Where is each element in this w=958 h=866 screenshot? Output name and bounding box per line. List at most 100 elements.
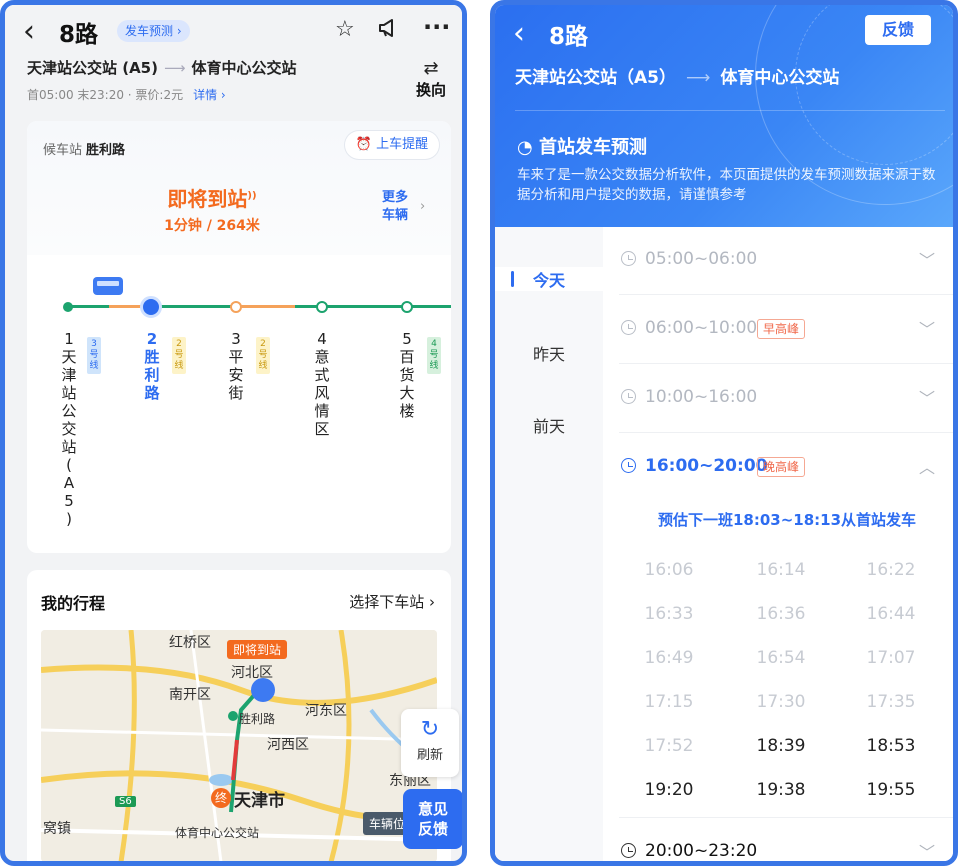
map-label: 南开区 [169, 687, 211, 703]
map-label: 体育中心公交站 [175, 826, 260, 840]
refresh-label: 刷新 [416, 748, 443, 763]
congestion-segment [237, 305, 295, 308]
transfer-badge: 2号线 [256, 337, 270, 374]
map-label: 红桥区 [169, 635, 211, 651]
day-tab-day-before[interactable]: 前天 [495, 413, 603, 437]
route-arrow-icon: ⟶ [686, 68, 711, 88]
period-row[interactable]: 05:00~06:00 ﹀ [619, 227, 953, 295]
day-tab-yesterday[interactable]: 昨天 [495, 341, 603, 365]
boarding-reminder-button[interactable]: ⏰ 上车提醒 [345, 131, 439, 159]
clock-icon [621, 843, 636, 858]
current-stop-dot[interactable] [140, 296, 162, 318]
more-vehicles-line2: 车辆 [382, 208, 409, 223]
route-arrow-icon: ⟶ [163, 59, 186, 77]
megaphone-icon[interactable] [377, 17, 399, 45]
day-label: 今天 [532, 271, 565, 290]
day-sidebar: 今天 昨天 前天 [495, 227, 603, 861]
prediction-body: 今天 昨天 前天 05:00~06:00 ﹀ 06:00~10:00 早高峰 ﹀… [495, 227, 953, 861]
stop-name: 天津站公交站(A 5) [61, 348, 77, 528]
select-alight-stop-link[interactable]: 选择下车站 › [349, 591, 435, 612]
stop-1[interactable]: 1 天津站公交站(A 5) [59, 330, 79, 528]
route-info: 首05:00 末23:20 · 票价:2元 详情 › [27, 86, 226, 103]
refresh-icon: ↻ [420, 717, 440, 742]
departure-time: 16:44 [866, 604, 916, 624]
departure-time: 18:39 [756, 736, 806, 756]
stop-dot[interactable] [63, 302, 73, 312]
arriving-badge: 即将到站 [227, 640, 288, 659]
left-screen: ‹ 8路 发车预测 › ☆ ··· 天津站公交站 (A5) ⟶ 体育中心公交站 首0… [0, 0, 467, 866]
map-label: 胜利路 [239, 712, 276, 726]
end-marker: 终 [211, 788, 231, 808]
clock-icon [621, 320, 636, 335]
transfer-badge: 4号线 [427, 337, 441, 374]
my-trip-title: 我的行程 [41, 594, 106, 613]
departure-time: 16:33 [644, 604, 694, 624]
back-icon[interactable]: ‹ [513, 19, 525, 49]
departure-time: 16:14 [756, 560, 806, 580]
departure-time: 19:20 [644, 780, 694, 800]
period-row[interactable]: 06:00~10:00 早高峰 ﹀ [619, 296, 953, 364]
swap-direction-button[interactable]: ⇄ 换向 [411, 59, 451, 100]
stop-dot[interactable] [316, 301, 328, 313]
star-icon[interactable]: ☆ [335, 17, 355, 42]
stop-5[interactable]: 5百货大楼 [397, 330, 417, 420]
times-row: 17:52 18:39 18:53 [619, 728, 953, 772]
chevron-down-icon: ﹀ [918, 251, 935, 270]
chevron-right-icon: › [420, 199, 426, 214]
more-vehicles-line1: 更多 [382, 190, 409, 205]
stop-dot[interactable] [230, 301, 242, 313]
section-title: ◔ 首站发车预测 [517, 133, 647, 159]
departure-prediction-tag[interactable]: 发车预测 › [117, 20, 190, 42]
times-row: 16:33 16:36 16:44 [619, 596, 953, 640]
stop-3[interactable]: 3平安街 [226, 330, 246, 402]
stop-2[interactable]: 2胜利路 [142, 330, 162, 402]
bus-icon[interactable] [93, 277, 123, 295]
back-icon[interactable]: ‹ [23, 17, 35, 47]
swap-icon: ⇄ [423, 58, 439, 79]
period-time: 10:00~16:00 [645, 387, 758, 407]
my-trip-card: 我的行程 选择下车站 › 红桥区 即将到站 河北区 南开区 河东区 胜利路 河西… [27, 570, 451, 861]
stop-name: 意式风情区 [314, 348, 330, 438]
departure-time: 16:36 [756, 604, 806, 624]
stop-number: 2 [146, 330, 158, 348]
detail-link[interactable]: 详情 › [193, 88, 226, 102]
departure-time: 17:30 [756, 692, 806, 712]
divider [619, 817, 953, 818]
refresh-button[interactable]: ↻ 刷新 [401, 709, 459, 777]
stop-dot[interactable] [401, 301, 413, 313]
period-row[interactable]: 10:00~16:00 ﹀ [619, 365, 953, 433]
day-tab-today[interactable]: 今天 [495, 267, 603, 291]
map-label: 河北区 [231, 665, 273, 681]
arrival-card: 候车站 胜利路 ⏰ 上车提醒 即将到站)) 1分钟 / 264米 更多 车辆 › … [27, 121, 451, 553]
period-row[interactable]: 20:00~23:20 ﹀ [619, 819, 953, 861]
more-icon[interactable]: ··· [423, 13, 450, 41]
more-vehicles-button[interactable]: 更多 车辆 › [382, 189, 425, 225]
waiting-stop: 候车站 胜利路 [43, 139, 125, 158]
clock-icon [621, 251, 636, 266]
signal-icon: )) [247, 190, 257, 202]
stop-name: 百货大楼 [399, 348, 415, 420]
departure-time: 16:06 [644, 560, 694, 580]
arriving-eta: 1分钟 / 264米 [164, 218, 260, 234]
times-row: 17:15 17:30 17:35 [619, 684, 953, 728]
route-line: 天津站公交站 (A5) ⟶ 体育中心公交站 [27, 57, 297, 78]
stop-name: 平安街 [228, 348, 244, 402]
map-label: 天津市 [234, 791, 285, 811]
swap-label: 换向 [415, 81, 446, 99]
arrival-card-top: 候车站 胜利路 ⏰ 上车提醒 即将到站)) 1分钟 / 264米 更多 车辆 › [27, 121, 451, 255]
stops-track[interactable]: 1 天津站公交站(A 5) 3号线 2胜利路 2号线 3平安街 2号线 4意式风情区… [27, 255, 451, 553]
map-label: 河西区 [267, 737, 309, 753]
chevron-down-icon: ﹀ [918, 389, 935, 408]
clock-icon [621, 458, 636, 473]
peak-badge: 晚高峰 [757, 457, 806, 477]
period-row-expanded[interactable]: 16:00~20:00 晚高峰 ︿ [619, 434, 953, 502]
route-map[interactable]: 红桥区 即将到站 河北区 南开区 河东区 胜利路 河西区 东丽区 终 天津市 S… [41, 630, 437, 861]
departure-time: 17:07 [866, 648, 916, 668]
route-to: 体育中心公交站 [720, 68, 840, 88]
feedback-button[interactable]: 反馈 [865, 15, 931, 45]
departure-time: 19:55 [866, 780, 916, 800]
departure-times-grid: 16:06 16:14 16:22 16:33 16:36 16:44 16:4… [619, 552, 953, 816]
stop-4[interactable]: 4意式风情区 [312, 330, 332, 438]
feedback-button[interactable]: 意见 反馈 [403, 789, 462, 849]
stop-name: 胜利路 [144, 348, 160, 402]
